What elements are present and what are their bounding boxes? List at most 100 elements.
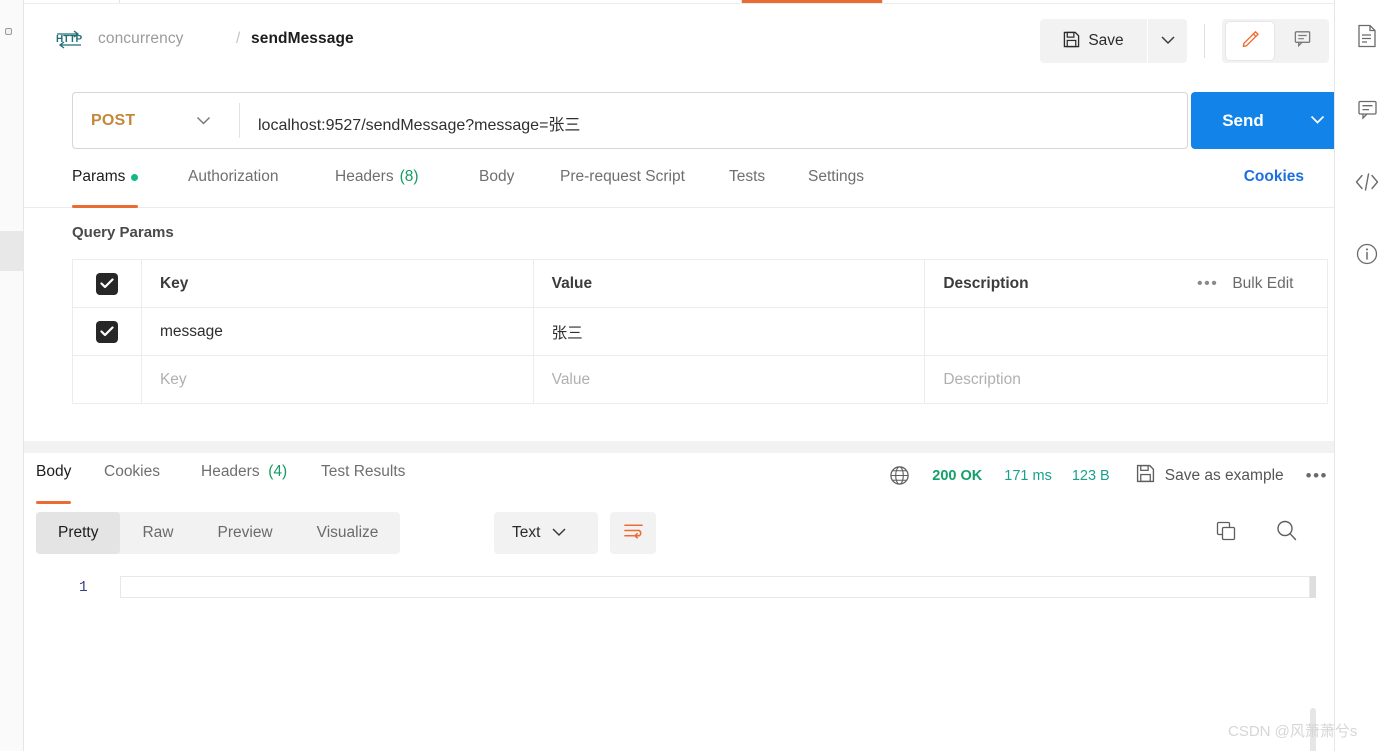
response-size: 123 B xyxy=(1071,467,1110,484)
tab-settings[interactable]: Settings xyxy=(808,166,864,208)
response-time: 171 ms xyxy=(1004,467,1052,484)
header-divider xyxy=(1204,24,1205,58)
row-description-input[interactable] xyxy=(925,308,1327,355)
bulk-edit-cell: ••• Bulk Edit xyxy=(1179,260,1327,308)
save-as-example-label: Save as example xyxy=(1164,466,1284,484)
tab-tests[interactable]: Tests xyxy=(729,166,765,208)
tab-body[interactable]: Body xyxy=(479,166,514,208)
query-params-title: Query Params xyxy=(72,224,174,241)
word-wrap-button[interactable] xyxy=(610,512,656,554)
tab-headers[interactable]: Headers (8) xyxy=(335,166,419,208)
floppy-disk-icon xyxy=(1136,464,1155,487)
save-button[interactable]: Save xyxy=(1040,19,1147,63)
breadcrumb-current[interactable]: sendMessage xyxy=(251,30,354,48)
row-select-cell xyxy=(73,308,142,355)
response-format-tabs: Pretty Raw Preview Visualize xyxy=(36,512,401,554)
response-language-select[interactable]: Text xyxy=(494,512,598,554)
response-tab-test-results[interactable]: Test Results xyxy=(321,463,405,504)
tab-settings-label: Settings xyxy=(808,168,865,185)
breadcrumb-parent[interactable]: concurrency xyxy=(98,30,184,48)
tab-authorization[interactable]: Authorization xyxy=(188,166,278,208)
tab-params[interactable]: Params xyxy=(72,166,139,208)
pane-splitter[interactable] xyxy=(24,441,1334,453)
right-rail xyxy=(1334,0,1398,751)
svg-text:HTTP: HTTP xyxy=(56,34,82,45)
search-icon xyxy=(1275,519,1298,547)
row-key-input[interactable]: message xyxy=(142,308,534,355)
save-as-example-button[interactable]: Save as example xyxy=(1136,464,1284,487)
url-input[interactable]: localhost:9527/sendMessage?message=张三 xyxy=(258,111,580,135)
params-modified-dot xyxy=(131,174,139,181)
tab-pre-request-script[interactable]: Pre-request Script xyxy=(560,166,685,208)
save-options-button[interactable] xyxy=(1148,19,1187,63)
new-row-value-input[interactable]: Value xyxy=(534,356,926,404)
response-tab-body[interactable]: Body xyxy=(36,463,72,504)
format-tab-preview[interactable]: Preview xyxy=(196,512,295,554)
method-url-container: POST localhost:9527/sendMessage?message=… xyxy=(72,92,1188,149)
response-language-label: Text xyxy=(512,524,541,541)
tab-separator xyxy=(882,0,883,3)
comment-button[interactable] xyxy=(1278,22,1326,60)
active-tab-indicator[interactable] xyxy=(742,0,882,3)
tab-separator xyxy=(119,0,120,3)
column-header-key: Key xyxy=(142,260,534,307)
format-tab-pretty[interactable]: Pretty xyxy=(36,512,121,554)
http-method-label: POST xyxy=(91,111,136,129)
copy-response-button[interactable] xyxy=(1207,514,1245,552)
http-method-select[interactable]: POST xyxy=(73,93,239,148)
left-rail xyxy=(0,0,24,751)
response-format-toolbar: Pretty Raw Preview Visualize Text xyxy=(24,504,1334,566)
search-response-button[interactable] xyxy=(1267,514,1305,552)
query-params-table: Key Value Description ••• Bulk Edit mess… xyxy=(72,259,1328,404)
horizontal-scrollbar-thumb[interactable] xyxy=(1310,576,1316,598)
floppy-disk-icon xyxy=(1063,31,1080,51)
save-button-label: Save xyxy=(1088,32,1124,49)
new-row-key-input[interactable]: Key xyxy=(142,356,534,404)
tab-params-label: Params xyxy=(72,168,126,185)
format-tab-visualize[interactable]: Visualize xyxy=(295,512,401,554)
view-mode-group xyxy=(1222,19,1329,63)
request-header-row: HTTP concurrency / sendMessage Save xyxy=(24,4,1334,76)
select-all-cell xyxy=(73,260,142,307)
code-icon[interactable] xyxy=(1353,168,1381,196)
response-more-options-icon[interactable]: ••• xyxy=(1306,466,1328,486)
response-tab-headers-label: Headers xyxy=(201,463,260,480)
table-row[interactable]: Key Value Description xyxy=(73,356,1327,404)
tab-pre-request-script-label: Pre-request Script xyxy=(560,168,685,185)
table-row[interactable]: message 张三 xyxy=(73,308,1327,356)
response-tab-cookies-label: Cookies xyxy=(104,463,160,480)
ellipsis-icon[interactable]: ••• xyxy=(1197,275,1218,293)
info-icon[interactable] xyxy=(1353,240,1381,268)
bulk-edit-button[interactable]: Bulk Edit xyxy=(1232,275,1293,293)
breadcrumb-separator: / xyxy=(236,30,241,47)
globe-icon xyxy=(889,465,910,486)
response-tab-cookies[interactable]: Cookies xyxy=(104,463,160,504)
cookies-link[interactable]: Cookies xyxy=(1244,168,1304,186)
response-tab-headers-count: (4) xyxy=(263,463,288,480)
active-tab-underline xyxy=(72,205,139,208)
edit-mode-button[interactable] xyxy=(1226,22,1274,60)
chevron-down-icon xyxy=(1310,112,1325,130)
left-rail-active-block[interactable] xyxy=(0,231,23,271)
tab-body-label: Body xyxy=(479,168,515,185)
response-body-line[interactable] xyxy=(120,576,1310,598)
row-value-input[interactable]: 张三 xyxy=(534,308,926,355)
documentation-icon[interactable] xyxy=(1353,22,1381,50)
format-tab-raw[interactable]: Raw xyxy=(120,512,195,554)
left-rail-toggle[interactable] xyxy=(5,28,12,35)
select-all-checkbox[interactable] xyxy=(95,272,118,295)
response-pane: Body Cookies Headers (4) Test Results 20… xyxy=(24,453,1334,751)
send-button[interactable]: Send xyxy=(1191,92,1295,149)
comment-icon[interactable] xyxy=(1353,95,1381,123)
row-checkbox-empty[interactable] xyxy=(96,369,118,391)
response-tab-headers[interactable]: Headers (4) xyxy=(201,463,287,504)
table-header-row: Key Value Description ••• Bulk Edit xyxy=(73,260,1327,308)
chevron-down-icon xyxy=(196,113,211,131)
response-tab-body-label: Body xyxy=(36,463,72,480)
pencil-icon xyxy=(1241,29,1260,53)
http-protocol-icon: HTTP xyxy=(54,26,84,52)
request-tabs: Params Authorization Headers (8) Body Pr… xyxy=(24,156,1334,208)
response-tabs: Body Cookies Headers (4) Test Results 20… xyxy=(24,453,1334,504)
new-row-description-input[interactable]: Description xyxy=(925,356,1327,404)
row-checkbox[interactable] xyxy=(95,320,118,343)
